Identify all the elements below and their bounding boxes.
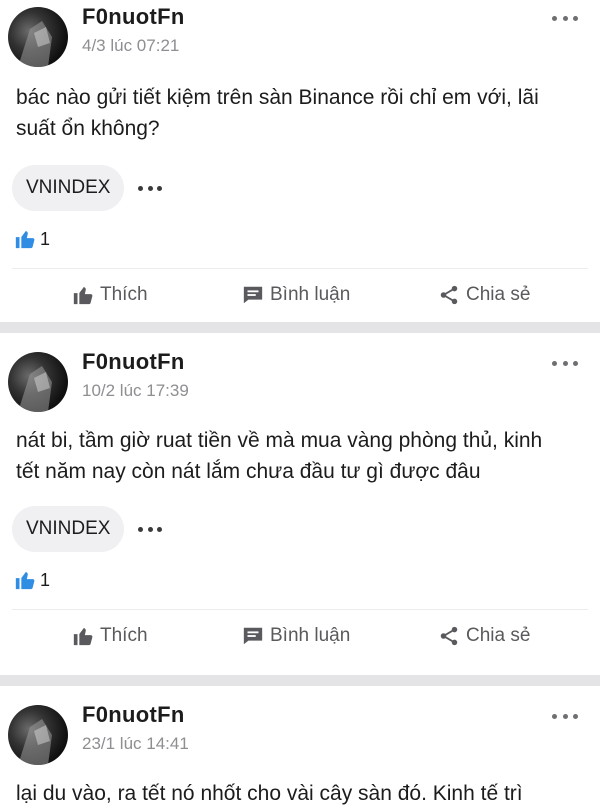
timestamp: 4/3 lúc 07:21 [82,36,180,55]
comment-button[interactable]: Bình luận [242,625,438,647]
like-count: 1 [40,228,51,249]
more-horizontal-icon[interactable] [138,526,163,532]
like-summary[interactable]: 1 [14,226,600,252]
username[interactable]: F0nuotFn [82,349,185,375]
action-bar: Thích Bình luận Chia sẻ [0,610,600,662]
like-label: Thích [100,284,148,305]
more-horizontal-icon[interactable] [552,706,578,726]
timestamp: 10/2 lúc 17:39 [82,381,189,400]
like-label: Thích [100,625,148,646]
like-summary[interactable]: 1 [14,567,600,593]
tag-chip[interactable]: VNINDEX [12,165,125,211]
comment-button[interactable]: Bình luận [242,284,438,306]
thumbs-up-icon [73,627,93,646]
thumbs-up-icon [15,571,35,590]
post-text: lại du vào, ra tết nó nhốt cho vài cây s… [16,782,523,805]
like-button[interactable]: Thích [72,625,227,647]
post-card: F0nuotFn 4/3 lúc 07:21 bác nào gửi tiết … [0,0,600,318]
post-text: bác nào gửi tiết kiệm trên sàn Binance r… [16,86,539,140]
comment-icon [243,286,263,304]
comment-label: Bình luận [270,284,351,305]
action-bar: Thích Bình luận Chia sẻ [0,269,600,321]
share-button[interactable]: Chia sẻ [438,284,530,306]
tag-row: VNINDEX [12,164,600,212]
post-card: F0nuotFn 10/2 lúc 17:39 nát bi, tầm giờ … [0,333,600,675]
share-button[interactable]: Chia sẻ [438,625,530,647]
username[interactable]: F0nuotFn [82,702,185,728]
share-label: Chia sẻ [466,284,531,305]
timestamp: 23/1 lúc 14:41 [82,734,189,753]
username[interactable]: F0nuotFn [82,4,185,30]
avatar[interactable] [8,7,68,67]
post-separator [0,322,600,333]
comment-icon [243,627,263,645]
tag-chip[interactable]: VNINDEX [12,506,125,552]
like-button[interactable]: Thích [72,284,227,306]
post-header: F0nuotFn 4/3 lúc 07:21 [0,0,600,72]
post-header: F0nuotFn 23/1 lúc 14:41 [0,698,600,770]
more-horizontal-icon[interactable] [552,353,578,373]
avatar[interactable] [8,705,68,765]
share-icon [440,285,458,305]
more-horizontal-icon[interactable] [138,185,163,191]
post-separator [0,675,600,686]
tag-row: VNINDEX [12,505,600,553]
post-card: F0nuotFn 23/1 lúc 14:41 lại du vào, ra t… [0,686,600,809]
like-count: 1 [40,569,51,590]
comment-label: Bình luận [270,625,351,646]
avatar[interactable] [8,352,68,412]
share-label: Chia sẻ [466,625,531,646]
more-horizontal-icon[interactable] [552,8,578,28]
post-text: nát bi, tầm giờ ruat tiền về mà mua vàng… [16,429,543,483]
thumbs-up-icon [15,230,35,249]
thumbs-up-icon [73,286,93,305]
share-icon [440,626,458,646]
post-header: F0nuotFn 10/2 lúc 17:39 [0,345,600,417]
